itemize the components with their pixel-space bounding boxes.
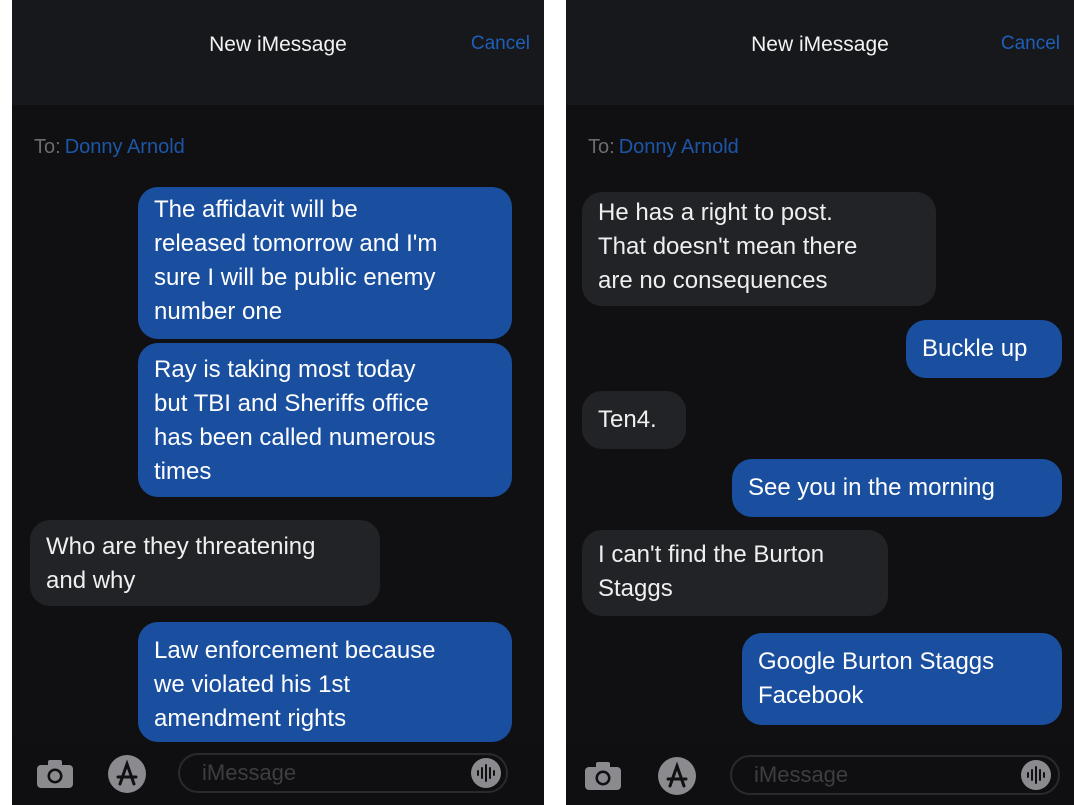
message-line: Ray is taking most today	[154, 356, 416, 383]
message-line: sure I will be public enemy	[154, 264, 436, 291]
message-bubble-received[interactable]: I can't find the Burton Staggs	[582, 530, 888, 616]
message-line: The affidavit will be	[154, 196, 358, 223]
message-line: Staggs	[598, 575, 673, 602]
recipient-field[interactable]: To: Donny Arnold	[34, 136, 185, 159]
message-line: has been called numerous	[154, 424, 436, 451]
message-line: Buckle up	[922, 335, 1028, 362]
message-bubble-sent[interactable]: Google Burton Staggs Facebook	[742, 633, 1062, 725]
app-store-icon[interactable]	[656, 755, 698, 797]
message-bubble-sent[interactable]: See you in the morning	[732, 459, 1062, 517]
message-line: released tomorrow and I'm	[154, 230, 438, 257]
cancel-button[interactable]: Cancel	[471, 33, 530, 55]
message-line: Who are they threatening	[46, 533, 316, 560]
message-line: are no consequences	[598, 267, 828, 294]
navigation-bar: New iMessage Cancel	[12, 0, 544, 105]
audio-waveform-icon[interactable]	[1020, 759, 1052, 791]
message-line: Google Burton Staggs	[758, 648, 995, 675]
recipient-field[interactable]: To: Donny Arnold	[588, 136, 739, 159]
cancel-button[interactable]: Cancel	[1001, 33, 1060, 55]
message-input-bar: iMessage	[566, 743, 1074, 805]
message-input[interactable]: iMessage	[730, 755, 1060, 795]
message-line: That doesn't mean there	[598, 233, 858, 260]
message-line: we violated his 1st	[154, 671, 351, 698]
message-line: number one	[154, 298, 283, 325]
nav-title: New iMessage	[209, 33, 347, 56]
recipient-name[interactable]: Donny Arnold	[619, 136, 739, 158]
message-line: but TBI and Sheriffs office	[154, 390, 429, 417]
message-input-placeholder: iMessage	[754, 762, 849, 787]
to-label: To:	[588, 136, 615, 158]
message-line: See you in the morning	[748, 474, 995, 501]
message-bubble-received[interactable]: He has a right to post. That doesn't mea…	[582, 192, 936, 306]
conversation-screen-right: New iMessage Cancel To: Donny Arnold He h…	[566, 0, 1074, 805]
message-bubble-sent[interactable]: Law enforcement because we violated his …	[138, 622, 512, 742]
recipient-name[interactable]: Donny Arnold	[65, 136, 185, 158]
message-input[interactable]: iMessage	[178, 753, 508, 793]
message-bubble-sent[interactable]: The affidavit will be released tomorrow …	[138, 187, 512, 339]
camera-icon[interactable]	[36, 759, 74, 789]
message-input-placeholder: iMessage	[202, 760, 297, 785]
message-bubble-sent[interactable]: Buckle up	[906, 320, 1062, 378]
message-line: I can't find the Burton	[598, 541, 825, 568]
message-bubble-sent[interactable]: Ray is taking most today but TBI and She…	[138, 343, 512, 497]
message-line: Facebook	[758, 682, 864, 709]
message-line: Ten4.	[598, 406, 657, 433]
conversation-screen-left: New iMessage Cancel To: Donny Arnold The …	[12, 0, 544, 805]
app-store-icon[interactable]	[106, 753, 148, 795]
message-line: and why	[46, 567, 136, 594]
nav-title: New iMessage	[751, 33, 889, 56]
camera-icon[interactable]	[584, 761, 622, 791]
audio-waveform-icon[interactable]	[470, 757, 502, 789]
message-bubble-received[interactable]: Ten4.	[582, 391, 686, 449]
message-input-bar: iMessage	[12, 743, 544, 805]
message-line: He has a right to post.	[598, 199, 833, 226]
message-line: Law enforcement because	[154, 637, 436, 664]
message-line: amendment rights	[154, 705, 347, 732]
navigation-bar: New iMessage Cancel	[566, 0, 1074, 105]
to-label: To:	[34, 136, 61, 158]
message-bubble-received[interactable]: Who are they threatening and why	[30, 520, 380, 606]
message-line: times	[154, 458, 212, 485]
